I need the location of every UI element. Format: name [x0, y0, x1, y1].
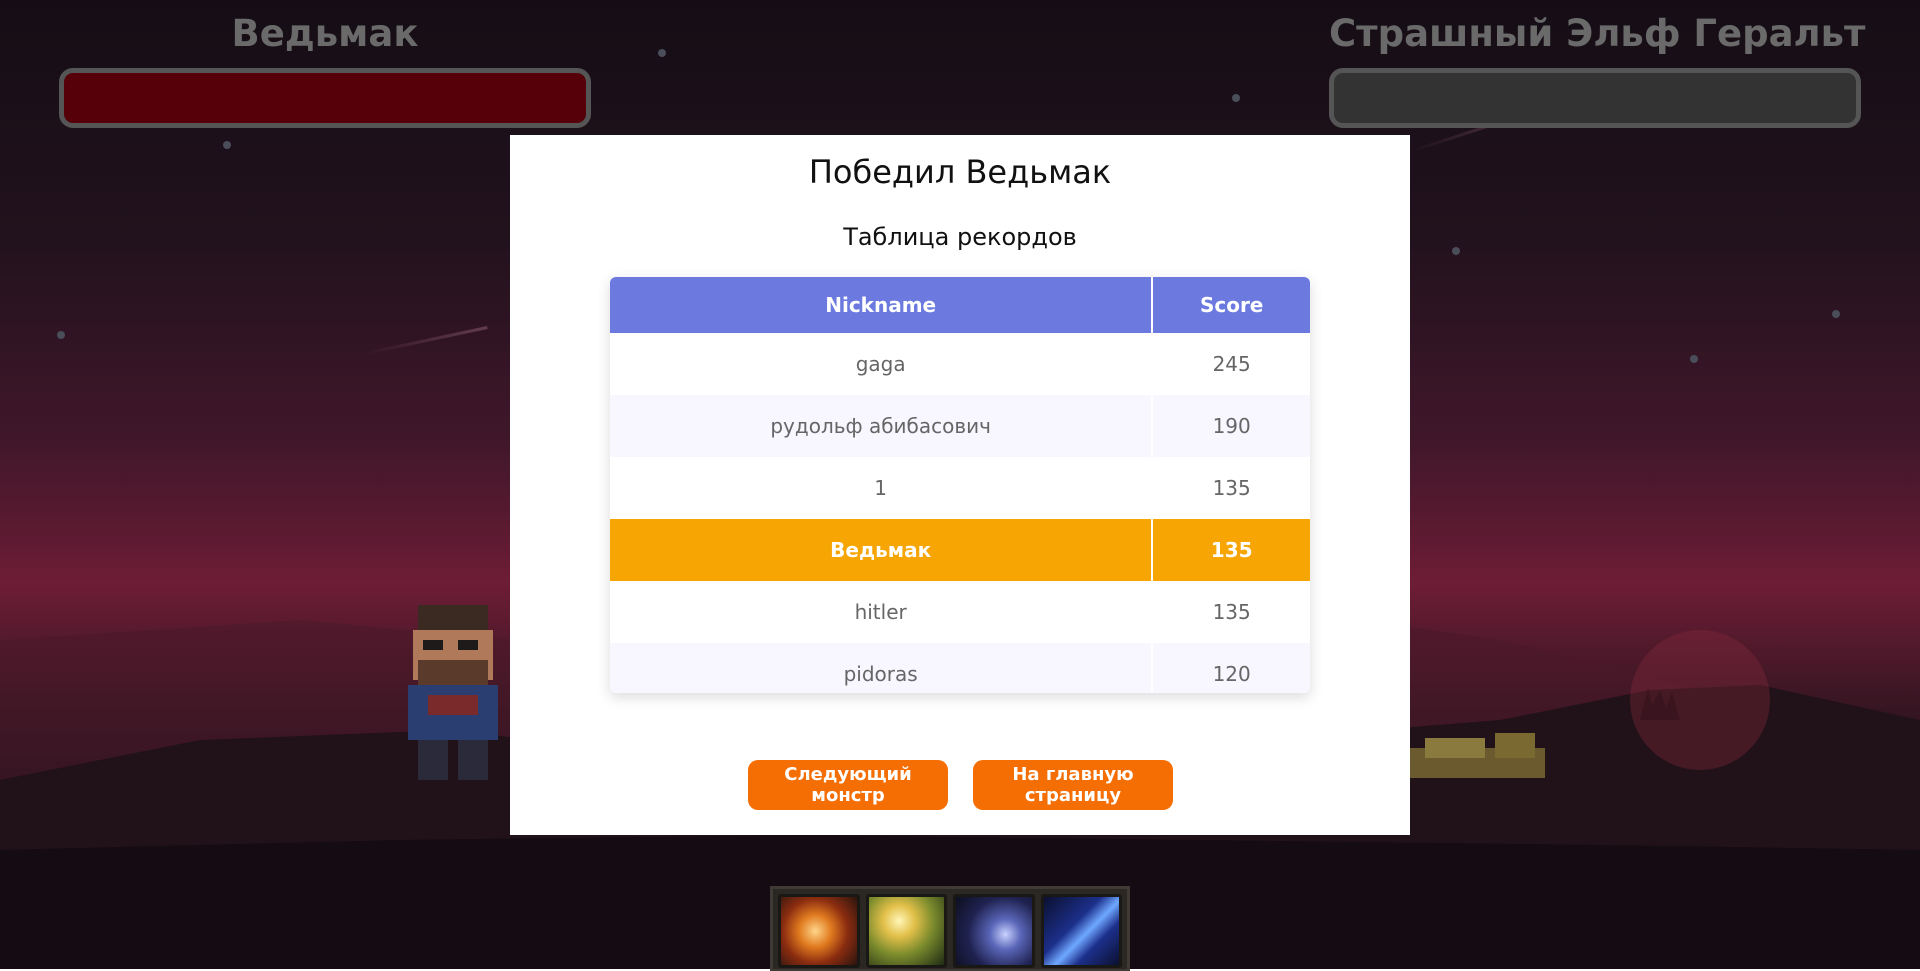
monster-character [1405, 728, 1545, 788]
table-header-row: Nickname Score [610, 277, 1310, 333]
player-name: Ведьмак [231, 12, 419, 55]
player-health-fill [64, 73, 586, 123]
score-cell: 135 [1152, 519, 1310, 581]
table-row: 1 135 [610, 457, 1310, 519]
leaderboard-title: Таблица рекордов [843, 223, 1077, 251]
table-row: рудольф абибасович 190 [610, 395, 1310, 457]
score-cell: 135 [1152, 457, 1310, 519]
score-cell: 135 [1152, 581, 1310, 643]
table-row: pidoras 120 [610, 643, 1310, 693]
enemy-health-bar [1329, 68, 1861, 128]
storm-skill-icon[interactable] [1040, 894, 1122, 968]
comet-skill-icon[interactable] [953, 894, 1035, 968]
next-monster-button[interactable]: Следующий монстр [748, 760, 948, 810]
column-header-nickname: Nickname [610, 277, 1154, 333]
modal-title: Победил Ведьмак [808, 153, 1112, 191]
table-row-current-player: Ведьмак 135 [610, 519, 1310, 581]
table-row: gaga 245 [610, 333, 1310, 395]
enemy-name: Страшный Эльф Геральт [1329, 12, 1866, 55]
skill-bar [770, 886, 1130, 971]
score-cell: 245 [1152, 333, 1310, 395]
leaderboard-table[interactable]: Nickname Score gaga 245 рудольф абибасович… [610, 277, 1310, 693]
fire-skill-icon[interactable] [778, 894, 860, 968]
nickname-cell: рудольф абибасович [610, 395, 1154, 457]
victory-modal: Победил Ведьмак Таблица рекордов Nicknam… [510, 135, 1410, 835]
table-row: hitler 135 [610, 581, 1310, 643]
score-cell: 120 [1152, 643, 1310, 693]
witcher-character [398, 595, 508, 785]
score-cell: 190 [1152, 395, 1310, 457]
nickname-cell: Ведьмак [610, 519, 1154, 581]
nickname-cell: pidoras [610, 643, 1154, 693]
nickname-cell: hitler [610, 581, 1154, 643]
nickname-cell: gaga [610, 333, 1154, 395]
column-header-score: Score [1152, 277, 1310, 333]
home-page-button[interactable]: На главную страницу [973, 760, 1173, 810]
nickname-cell: 1 [610, 457, 1154, 519]
player-health-bar [59, 68, 591, 128]
nature-skill-icon[interactable] [865, 894, 947, 968]
